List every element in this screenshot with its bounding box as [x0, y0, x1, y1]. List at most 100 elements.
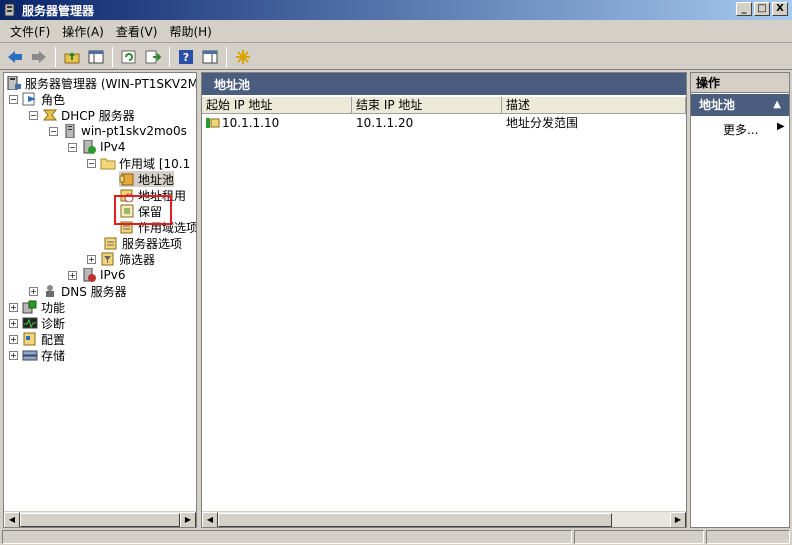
help-icon[interactable]: ? [175, 46, 197, 68]
forward-icon[interactable] [28, 46, 50, 68]
tree-item-scope[interactable]: − 作用域 [10.1 [87, 155, 190, 171]
tree-label: 诊断 [41, 316, 66, 331]
svg-text:?: ? [183, 51, 189, 64]
tree-label: 服务器选项 [122, 236, 183, 251]
back-icon[interactable] [4, 46, 26, 68]
table-row[interactable]: 10.1.1.10 10.1.1.20 地址分发范围 [202, 115, 686, 131]
collapse-icon[interactable]: − [68, 142, 77, 152]
close-button[interactable]: X [772, 2, 788, 16]
server-manager-window: 服务器管理器 _ □ X 文件(F) 操作(A) 查看(V) 帮助(H) ? 服… [0, 0, 792, 545]
menu-file[interactable]: 文件(F) [4, 23, 56, 40]
tree-label: 功能 [41, 300, 66, 315]
menu-view[interactable]: 查看(V) [110, 23, 164, 40]
collapse-icon[interactable]: − [87, 158, 96, 168]
toolbar-separator [169, 46, 170, 67]
tree-hscrollbar[interactable]: ◀ ▶ [4, 511, 196, 527]
menu-action[interactable]: 操作(A) [56, 23, 110, 40]
tree-item-diagnostics[interactable]: + 诊断 [9, 315, 65, 331]
column-header-end-ip[interactable]: 结束 IP 地址 [352, 97, 502, 114]
new-icon[interactable] [232, 46, 254, 68]
tree-item-ipv6[interactable]: + IPv6 [68, 267, 126, 283]
properties-icon[interactable] [199, 46, 221, 68]
scroll-left-icon[interactable]: ◀ [202, 511, 218, 527]
maximize-button[interactable]: □ [754, 2, 770, 16]
scroll-right-icon[interactable]: ▶ [180, 511, 196, 527]
tree-label: IPv4 [100, 140, 126, 154]
highlight-box [114, 195, 172, 225]
minimize-button[interactable]: _ [736, 2, 752, 16]
content-pane: 地址池 起始 IP 地址 结束 IP 地址 描述 10.1.1.10 10.1.… [201, 72, 687, 528]
tree-label: 作用域 [10.1 [119, 156, 191, 171]
expand-icon[interactable]: + [29, 286, 38, 296]
tree-item-filters[interactable]: + 筛选器 [87, 251, 155, 267]
configuration-icon [22, 332, 38, 346]
column-header-description[interactable]: 描述 [502, 97, 686, 114]
expand-icon[interactable]: + [87, 254, 96, 264]
features-icon [22, 300, 38, 314]
collapse-icon[interactable]: − [49, 126, 58, 136]
collapse-up-icon[interactable]: ▲ [773, 94, 781, 116]
menu-help[interactable]: 帮助(H) [163, 23, 217, 40]
diagnostics-icon [22, 316, 38, 330]
show-tree-icon[interactable] [85, 46, 107, 68]
options-icon [103, 236, 119, 250]
ipv4-icon [81, 140, 97, 154]
filter-icon [100, 252, 116, 266]
tree-item-address-pool[interactable]: 地址池 [119, 171, 175, 187]
expand-icon[interactable]: + [9, 302, 18, 312]
cell-start-ip: 10.1.1.10 [202, 115, 352, 131]
tree-item-server-options[interactable]: 服务器选项 [103, 235, 182, 251]
tree-label: 服务器管理器 (WIN-PT1SKV2MOO [25, 76, 197, 91]
tree-label: 配置 [41, 332, 66, 347]
more-actions-link[interactable]: 更多... ▶ [723, 121, 785, 138]
collapse-icon[interactable]: − [29, 110, 38, 120]
toolbar: ? [0, 44, 792, 70]
tree-item-server[interactable]: − win-pt1skv2mo0s [49, 123, 187, 139]
actions-title: 操作 [691, 73, 789, 93]
toolbar-separator [112, 46, 113, 67]
tree-item-dns[interactable]: + DNS 服务器 [29, 283, 127, 299]
tree-item-roles[interactable]: − 角色 [9, 91, 65, 107]
content-hscrollbar[interactable]: ◀ ▶ [202, 511, 686, 527]
expand-icon[interactable]: + [9, 318, 18, 328]
chevron-right-icon: ▶ [777, 121, 785, 132]
tree-label: DHCP 服务器 [61, 108, 135, 123]
tree-item-dhcp[interactable]: − DHCP 服务器 [29, 107, 135, 123]
scroll-thumb[interactable] [20, 512, 180, 527]
cell-end-ip: 10.1.1.20 [356, 116, 414, 130]
toolbar-separator [55, 46, 56, 67]
dns-server-icon [42, 284, 58, 298]
more-actions-label: 更多... [723, 123, 759, 137]
ipv6-icon [81, 268, 97, 282]
expand-icon[interactable]: + [68, 270, 77, 280]
folder-icon [100, 156, 116, 170]
tree-item-ipv4[interactable]: − IPv4 [68, 139, 126, 155]
tree-pane: 服务器管理器 (WIN-PT1SKV2MOO − 角色 − DHCP 服务器 −… [3, 72, 197, 528]
up-folder-icon[interactable] [61, 46, 83, 68]
status-bar [0, 530, 792, 545]
expand-icon[interactable]: + [9, 350, 18, 360]
actions-pane: 操作 地址池 ▲ 更多... ▶ [690, 72, 790, 528]
tree-item-features[interactable]: + 功能 [9, 299, 65, 315]
title-bar: 服务器管理器 _ □ X [0, 0, 792, 20]
content-title: 地址池 [202, 73, 686, 95]
address-pool-icon [119, 172, 135, 186]
tree-item-storage[interactable]: + 存储 [9, 347, 65, 363]
scroll-thumb[interactable] [218, 512, 612, 527]
tree-label: DNS 服务器 [61, 284, 127, 299]
tree-label: win-pt1skv2mo0s [81, 124, 187, 138]
export-icon[interactable] [142, 46, 164, 68]
tree-item-root[interactable]: 服务器管理器 (WIN-PT1SKV2MOO [6, 75, 197, 91]
scroll-right-icon[interactable]: ▶ [670, 511, 686, 527]
tree-label: 筛选器 [119, 252, 156, 267]
cell-description: 地址分发范围 [506, 116, 579, 130]
actions-section-label: 地址池 [699, 98, 736, 112]
expand-icon[interactable]: + [9, 334, 18, 344]
tree-item-config[interactable]: + 配置 [9, 331, 65, 347]
scroll-left-icon[interactable]: ◀ [4, 511, 20, 527]
column-header-start-ip[interactable]: 起始 IP 地址 [202, 97, 352, 114]
refresh-icon[interactable] [118, 46, 140, 68]
actions-section-header[interactable]: 地址池 ▲ [691, 94, 789, 116]
collapse-icon[interactable]: − [9, 94, 18, 104]
tree-label: IPv6 [100, 268, 126, 282]
